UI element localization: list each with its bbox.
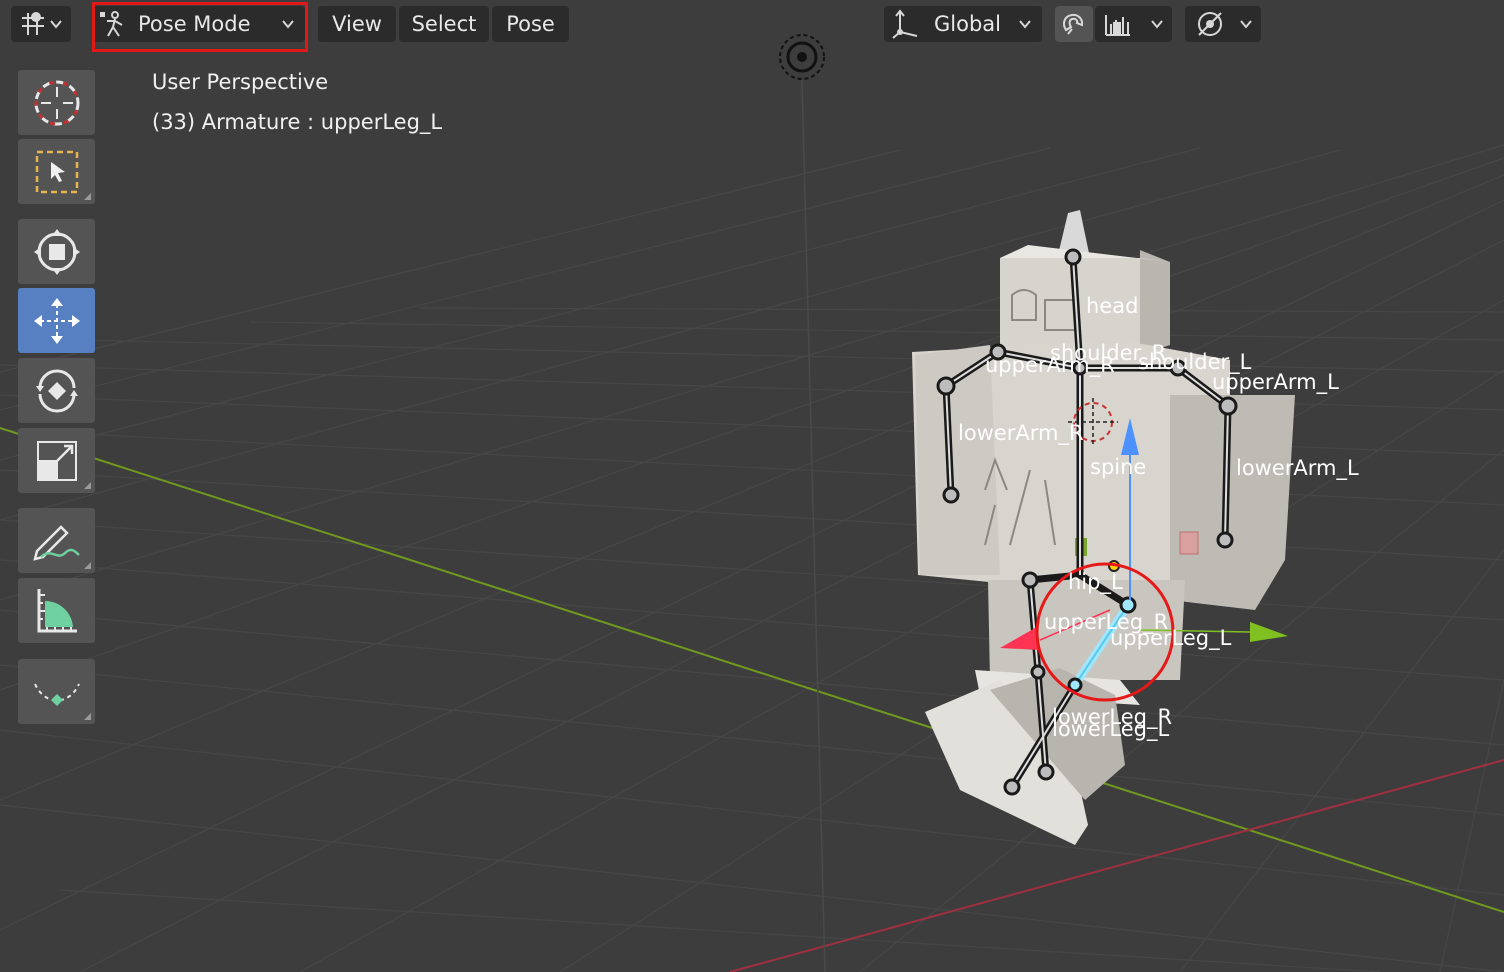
snap-toggle[interactable] xyxy=(1055,6,1093,42)
chevron-down-icon xyxy=(50,20,62,29)
tool-transform[interactable] xyxy=(18,219,95,284)
chevron-down-icon xyxy=(282,20,294,29)
menu-select[interactable]: Select xyxy=(399,6,489,42)
scale-tool-icon xyxy=(36,440,77,481)
bone-label-upperarm-l: upperArm_L xyxy=(1212,370,1339,395)
bone-label-spine: spine xyxy=(1090,455,1146,479)
cursor-tool-icon xyxy=(34,80,79,125)
transform-tool-icon xyxy=(33,228,80,275)
transform-orientation-icon xyxy=(892,9,918,39)
bone-label-hip-l: hip_L xyxy=(1068,570,1123,595)
tool-rotate[interactable] xyxy=(18,358,95,423)
object-editor-icon xyxy=(22,12,44,35)
bone-label-lowerarm-r: lowerArm_R xyxy=(958,421,1084,446)
tool-select-box[interactable] xyxy=(18,139,95,204)
bone-label-lowerleg-l: lowerLeg_L xyxy=(1052,717,1169,742)
menu-pose[interactable]: Pose xyxy=(492,6,569,42)
tool-measure[interactable] xyxy=(18,578,95,643)
transform-orientation-dropdown[interactable]: Global xyxy=(884,6,1042,42)
tool-annotate[interactable] xyxy=(18,508,95,573)
pose-mode-icon xyxy=(100,11,123,37)
chevron-down-icon xyxy=(1019,20,1031,29)
bone-label-upperarm-r: upperArm_R xyxy=(985,353,1115,378)
object-info: (33) Armature : upperLeg_L xyxy=(152,110,443,134)
chevron-down-icon xyxy=(1240,20,1252,29)
proportional-editing-icon xyxy=(1198,12,1222,36)
snap-increment-icon xyxy=(1105,15,1130,36)
magnet-icon xyxy=(1063,13,1084,35)
mode-dropdown[interactable]: Pose Mode xyxy=(94,6,305,42)
bone-label-head: head xyxy=(1086,294,1138,318)
annotate-tool-icon xyxy=(32,524,80,561)
menu-view[interactable]: View xyxy=(318,6,396,42)
bone-label-lowerarm-l: lowerArm_L xyxy=(1236,456,1359,481)
chevron-down-icon xyxy=(1151,20,1163,29)
select-box-tool-icon xyxy=(35,150,78,193)
view-name: User Perspective xyxy=(152,70,329,94)
editor-type-dropdown[interactable] xyxy=(11,6,71,42)
tool-relax[interactable] xyxy=(18,659,95,724)
mode-label: Pose Mode xyxy=(138,12,251,36)
orientation-label: Global xyxy=(934,12,1001,36)
rotate-tool-icon xyxy=(35,369,78,412)
measure-tool-icon xyxy=(37,588,77,632)
bone-label-upperleg-l: upperLeg_L xyxy=(1110,626,1232,651)
proportional-editing-dropdown[interactable] xyxy=(1185,6,1261,42)
move-tool-icon xyxy=(33,297,80,344)
3d-cursor-icon[interactable] xyxy=(779,34,825,80)
tool-scale[interactable] xyxy=(18,428,95,493)
tool-move[interactable] xyxy=(18,288,95,353)
tool-cursor[interactable] xyxy=(18,70,95,135)
snap-target-dropdown[interactable] xyxy=(1095,6,1172,42)
relax-tool-icon xyxy=(33,683,80,706)
3d-viewport[interactable]: head shoulder_R upperArm_R shoulder_L up… xyxy=(0,0,1504,972)
